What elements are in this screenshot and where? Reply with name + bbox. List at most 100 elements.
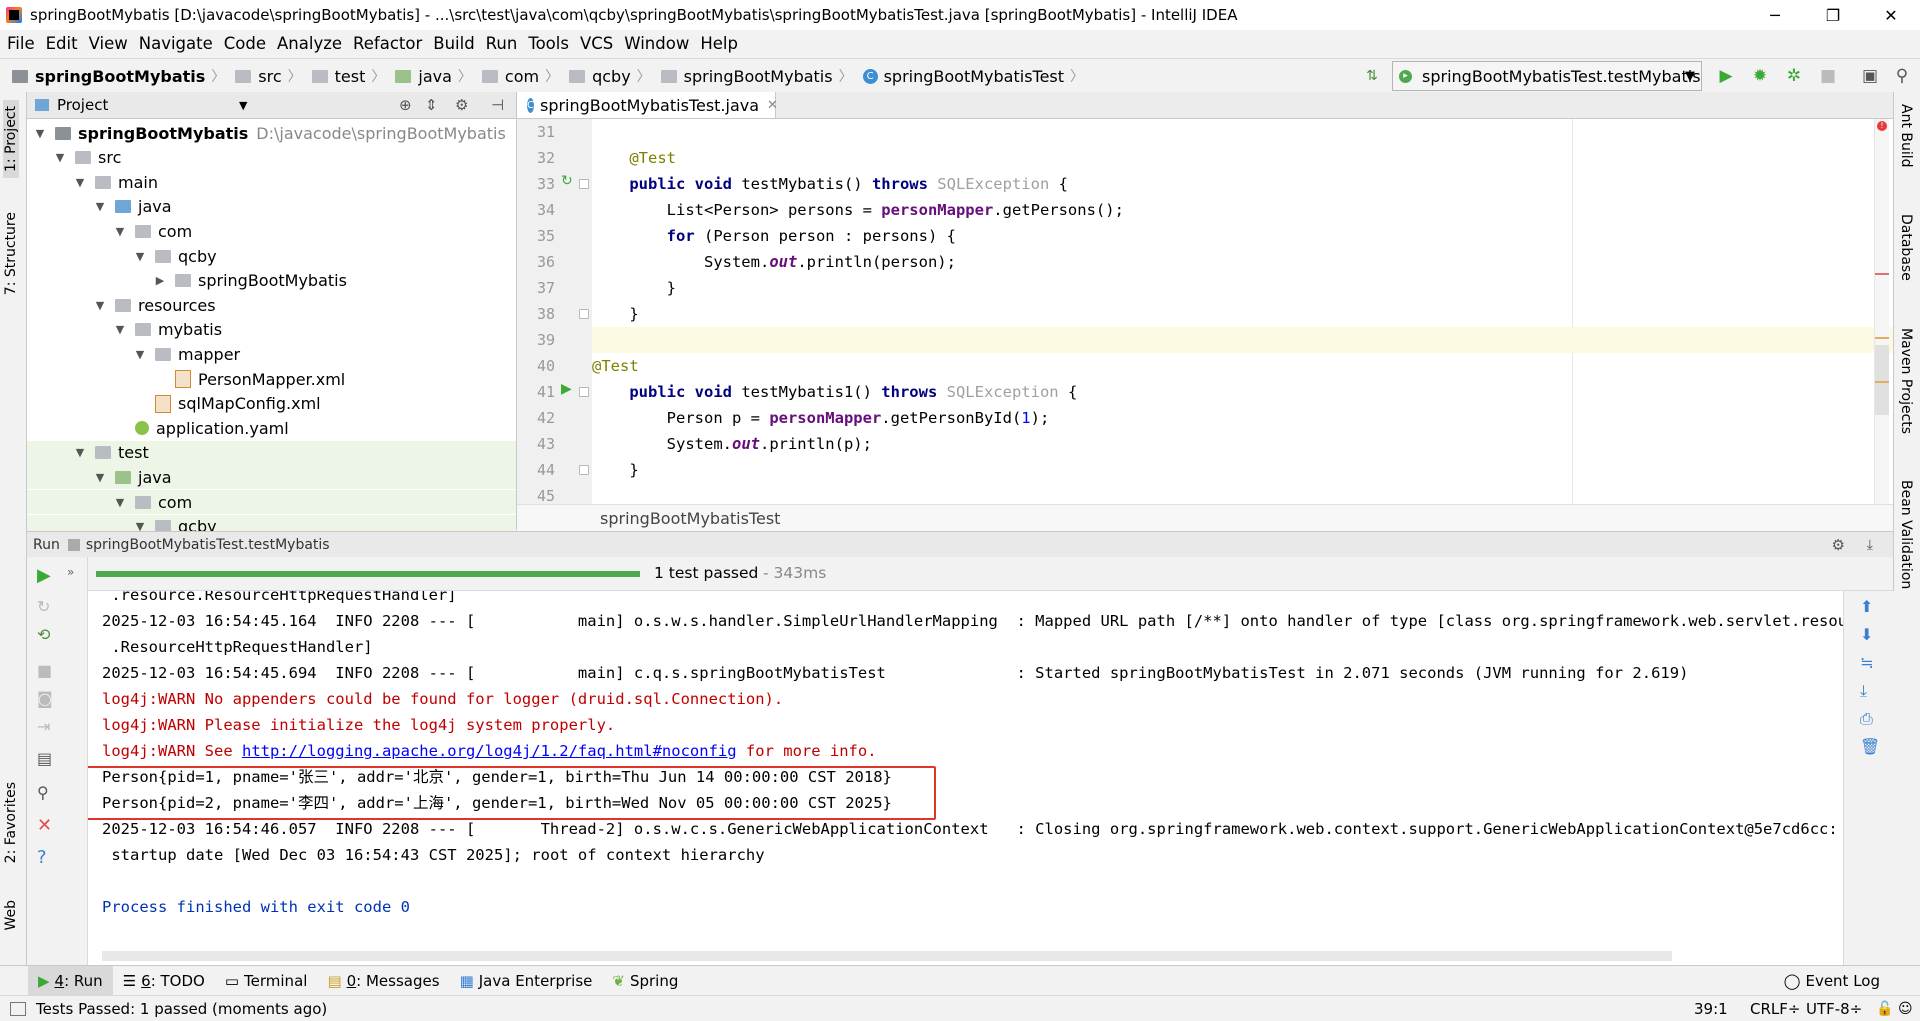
tree-item[interactable]: ▼ mybatis [27,318,516,342]
menu-refactor[interactable]: Refactor [350,34,430,53]
tree-item[interactable]: ▼ com [27,219,516,243]
tab-project[interactable]: 1: Project [3,100,19,178]
horizontal-scrollbar[interactable] [102,951,1672,961]
print-icon[interactable]: ⎙ [1860,709,1873,729]
fold-marker[interactable] [579,465,589,475]
breadcrumb-test[interactable]: test 〉 [311,66,392,86]
tree-item[interactable]: ▼ java [27,465,516,490]
tab-database[interactable]: Database [1898,214,1914,281]
menu-edit[interactable]: Edit [43,34,86,53]
run-panel-config[interactable]: springBootMybatisTest.testMybatis [86,537,330,553]
code-area[interactable]: @Test public void testMybatis() throws S… [592,119,1893,504]
tree-item[interactable]: ▼ java [27,195,516,219]
gear-icon[interactable]: ⚙ [1832,536,1845,554]
down-arrow-icon[interactable]: ⬇ [1860,625,1873,644]
console-output[interactable]: ms ms .resource.ResourceHttpRequestHandl… [88,591,1843,965]
tab-structure[interactable]: 7: Structure [3,212,19,295]
debug-icon[interactable]: ✹ [1750,66,1770,86]
toggle-autotest-icon[interactable]: ⟲ [37,625,50,644]
breadcrumb-java[interactable]: java 〉 [395,66,478,86]
tree-item[interactable]: ▼ qcby [27,244,516,268]
breadcrumb-class[interactable]: CspringBootMybatisTest 〉 [862,66,1090,86]
tree-item[interactable]: ▼ springBootMybatis D:\javacode\springBoot… [27,121,516,145]
breadcrumb-src[interactable]: src 〉 [235,66,307,86]
chevron-down-icon[interactable]: ▼ [133,250,147,263]
sort-icon[interactable]: ⇅ [1362,66,1382,86]
close-tab-icon[interactable]: ✕ [767,98,778,113]
tab-favorites[interactable]: 2: Favorites [3,782,19,863]
tab-messages[interactable]: ▤ 0: Messages [317,966,449,996]
log4j-faq-link[interactable]: http://logging.apache.org/log4j/1.2/faq.… [242,742,737,760]
tab-bean-validation[interactable]: Bean Validation [1898,480,1914,589]
search-icon[interactable]: ⚲ [1892,66,1912,86]
lock-icon[interactable]: 🔓 [1876,1001,1893,1017]
chevron-down-icon[interactable]: ▼ [113,323,127,336]
hide-panel-icon[interactable]: ⤓ [1867,537,1873,553]
menu-file[interactable]: File [4,34,43,53]
tab-event-log[interactable]: ◯ Event Log [1774,966,1890,996]
layout-icon[interactable]: ▤ [37,749,52,768]
menu-code[interactable]: Code [221,34,274,53]
editor-breadcrumb-class[interactable]: springBootMybatisTest [600,509,780,528]
chevron-down-icon[interactable]: ▼ [93,200,107,213]
tree-item[interactable]: application.yaml [27,416,516,440]
tab-maven-projects[interactable]: Maven Projects [1898,328,1914,434]
chevron-down-icon[interactable]: ▼ [73,176,87,189]
run-test-gutter-icon[interactable]: ↻ [561,173,573,189]
run-test-gutter-icon[interactable]: ▶ [561,381,572,397]
stop-icon[interactable]: ■ [1818,66,1838,86]
help-icon[interactable]: ? [37,847,47,868]
minimize-button[interactable]: ─ [1746,0,1804,30]
tree-item[interactable]: ▼ mapper [27,342,516,366]
expand-toolbar-icon[interactable]: » [67,565,74,579]
menu-build[interactable]: Build [430,34,482,53]
tab-run[interactable]: ▶ 4: Run [28,966,113,996]
fold-marker[interactable] [579,309,589,319]
restore-button[interactable]: ❐ [1804,0,1862,30]
project-view-select[interactable]: Project [57,96,108,114]
menu-view[interactable]: View [86,34,136,53]
tab-spring[interactable]: ❦ Spring [602,966,688,996]
caret-position[interactable]: 39:1 [1694,1000,1728,1018]
close-button[interactable]: ✕ [1862,0,1920,30]
menu-vcs[interactable]: VCS [577,34,621,53]
chevron-down-icon[interactable]: ▼ [73,446,87,459]
tree-item[interactable]: ▶ springBootMybatis [27,269,516,293]
tab-terminal[interactable]: ▭ Terminal [215,966,318,996]
tree-item[interactable]: ▼ main [27,170,516,194]
locate-icon[interactable]: ⊕ [399,96,412,114]
menu-analyze[interactable]: Analyze [274,34,350,53]
tree-item[interactable]: ▼ com [27,490,516,514]
toggle-tool-windows-icon[interactable] [10,1001,26,1016]
menu-window[interactable]: Window [621,34,697,53]
tree-item[interactable]: ▼ src [27,146,516,170]
trash-icon[interactable]: 🗑 [1860,737,1880,756]
menu-navigate[interactable]: Navigate [136,34,221,53]
chevron-right-icon[interactable]: ▶ [153,274,167,287]
chevron-down-icon[interactable]: ▼ [33,127,47,140]
breadcrumb-package[interactable]: springBootMybatis 〉 [660,66,859,86]
project-structure-icon[interactable]: ▣ [1860,66,1880,86]
up-arrow-icon[interactable]: ⬆ [1860,597,1873,616]
tree-item[interactable]: ▼ resources [27,293,516,317]
dump-threads-icon[interactable]: ◙ [37,689,53,708]
file-encoding[interactable]: UTF-8÷ [1806,1000,1862,1018]
fold-marker[interactable] [579,179,589,189]
editor-tab-springbootmybatistest[interactable]: C springBootMybatisTest.java ✕ [517,92,778,118]
tab-java-enterprise[interactable]: ▦ Java Enterprise [450,966,603,996]
chevron-down-icon[interactable]: ▼ [113,225,127,238]
rerun-failed-icon[interactable]: ↻ [37,597,50,616]
error-stripe[interactable]: ! [1874,119,1889,504]
tree-item[interactable]: PersonMapper.xml [27,367,516,391]
hide-panel-icon[interactable]: ⊣ [491,96,504,114]
chevron-down-icon[interactable]: ▼ [113,496,127,509]
breadcrumb-qcby[interactable]: qcby 〉 [569,66,657,86]
coverage-icon[interactable]: ✲ [1784,66,1804,86]
tree-item[interactable]: sqlMapConfig.xml [27,392,516,416]
chevron-down-icon[interactable]: ▼ [239,99,247,112]
menu-help[interactable]: Help [697,34,746,53]
line-separator[interactable]: CRLF÷ [1750,1000,1800,1018]
chevron-down-icon[interactable]: ▼ [53,151,67,164]
menu-tools[interactable]: Tools [525,34,577,53]
tab-ant-build[interactable]: Ant Build [1898,104,1914,168]
